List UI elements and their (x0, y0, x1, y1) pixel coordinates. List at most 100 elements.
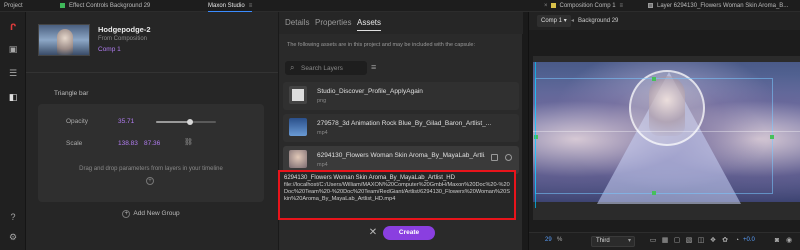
tab-maxon-studio-label: Maxon Studio (208, 3, 245, 9)
search-icon: ⌕ (290, 63, 295, 72)
tab-effect-controls[interactable]: Effect Controls Background 29 (60, 0, 150, 12)
asset-ext: mp4 (317, 162, 328, 168)
transform-handle[interactable] (652, 77, 656, 81)
chain-link-icon[interactable]: ⛓ (184, 138, 193, 146)
asset-ext: png (317, 98, 327, 104)
asset-thumbnail (289, 118, 307, 136)
transparency-icon[interactable]: ▧ (685, 237, 693, 245)
composition-thumbnail (38, 24, 90, 56)
capsule-editor-panel: Hodgepodge-2 From Composition Comp 1 Tri… (26, 12, 278, 250)
drop-hint: Drag and drop parameters from layers in … (79, 166, 223, 172)
comp-color-swatch (550, 2, 556, 8)
icon-rail: Ր ▣ ☰ ◧ ? ⚙ (0, 12, 26, 250)
scale-label: Scale (66, 140, 83, 147)
assets-info-text: The following assets are in this project… (287, 42, 476, 48)
comp-nav-button[interactable]: Comp 1 ▾ (537, 15, 571, 27)
opacity-slider-fill (156, 121, 191, 123)
add-new-group-button[interactable]: + Add New Group (116, 207, 186, 220)
checkbox-icon[interactable] (491, 154, 498, 161)
list-view-icon[interactable]: ≡ (371, 63, 376, 72)
tab-composition[interactable]: × Composition Comp 1 ≡ (544, 0, 623, 12)
composition-image (533, 62, 800, 208)
inspector-tabs: Details Properties Assets (279, 12, 523, 34)
viewer-header: Comp 1 ▾ ◂ Background 29 (529, 12, 800, 30)
channel-icon[interactable]: ❖ (709, 237, 717, 245)
guide-line-vertical[interactable] (535, 62, 536, 208)
zoom-unit[interactable]: % (557, 237, 562, 243)
active-tab-underline (357, 30, 382, 31)
viewer-footer: 29 % Third ▾ ▭ ▦ ▢ ▧ ◫ ❖ ✿ ◔ +0.0 ◙ ◉ (529, 232, 800, 250)
help-icon[interactable]: ? (8, 212, 18, 222)
asset-path-tooltip: 6294130_Flowers Woman Skin Aroma_By_Maya… (278, 170, 516, 220)
breadcrumb[interactable]: ◂ Background 29 (571, 15, 618, 27)
search-box[interactable]: ⌕ (285, 61, 367, 75)
tab-layer[interactable]: Layer 6294130_Flowers Woman Skin Aroma_B… (648, 0, 788, 12)
composition-viewer-panel: Comp 1 ▾ ◂Background 29 29 % Third ▾ ▭ (528, 12, 800, 250)
transform-handle[interactable] (770, 135, 774, 139)
layer-icon (648, 2, 653, 8)
tooltip-path: file://localhost/C:/Users/William/MAXON%… (284, 182, 510, 203)
close-icon[interactable]: × (544, 3, 548, 9)
tooltip-title: 6294130_Flowers Woman Skin Aroma_By_Maya… (284, 175, 455, 181)
opacity-slider[interactable] (156, 119, 216, 125)
camera-icon[interactable]: ◙ (773, 237, 781, 245)
tab-assets[interactable]: Assets (357, 18, 382, 31)
create-button[interactable]: Create (383, 226, 435, 240)
opacity-label: Opacity (66, 118, 89, 125)
sliders-icon[interactable]: ☰ (8, 68, 18, 78)
group-title[interactable]: Triangle bar (54, 90, 88, 97)
asset-item[interactable]: 279578_3d Animation Rock Blue_By_Gilad_B… (283, 114, 519, 142)
snapshot-icon[interactable]: ◉ (785, 237, 793, 245)
asset-name: 6294130_Flowers Woman Skin Aroma_By_Maya… (317, 152, 485, 159)
cancel-icon[interactable]: ✕ (368, 228, 378, 238)
opacity-slider-thumb[interactable] (187, 119, 194, 125)
tab-properties[interactable]: Properties (315, 18, 351, 27)
asset-name: 279578_3d Animation Rock Blue_By_Gilad_B… (317, 120, 492, 127)
composition-name: Hodgepodge-2 (98, 25, 151, 34)
view-icon[interactable]: ◫ (697, 237, 705, 245)
chevron-down-icon: ▾ (563, 18, 567, 24)
opacity-value[interactable]: 35.71 (118, 118, 134, 125)
maxon-logo-icon[interactable]: Ր (8, 22, 18, 32)
plus-icon: + (122, 210, 131, 218)
region-icon[interactable]: ▭ (649, 237, 657, 245)
tab-maxon-studio[interactable]: Maxon Studio ≡ (208, 0, 253, 12)
tab-effect-controls-label: Effect Controls Background 29 (69, 3, 151, 9)
composition-source-label: From Composition (98, 36, 148, 42)
grid-icon[interactable]: ▦ (661, 237, 669, 245)
asset-ext: mp4 (317, 130, 328, 136)
comp-nav-label: Comp 1 (541, 18, 563, 24)
asset-thumbnail (289, 86, 307, 104)
add-parameter-icon[interactable]: + (146, 177, 154, 185)
open-icon[interactable] (505, 154, 512, 161)
scale-y-value[interactable]: 87.36 (144, 140, 160, 147)
composition-canvas-area[interactable] (533, 56, 800, 220)
guide-line-horizontal[interactable] (533, 131, 800, 132)
search-input[interactable] (301, 63, 363, 73)
layer-bounding-box[interactable] (534, 77, 774, 195)
color-icon[interactable]: ✿ (721, 237, 729, 245)
top-tab-bar: Project Effect Controls Background 29 Ma… (0, 0, 800, 12)
mask-icon[interactable]: ▢ (673, 237, 681, 245)
divider (26, 72, 278, 73)
transform-handle[interactable] (652, 191, 656, 195)
tab-details[interactable]: Details (285, 18, 309, 27)
exposure-icon[interactable]: ◔ (733, 237, 741, 245)
scale-x-value[interactable]: 138.83 (118, 140, 138, 147)
asset-name: Studio_Discover_Profile_ApplyAgain (317, 88, 423, 95)
png-preview (292, 89, 304, 101)
layer-color-swatch (60, 2, 65, 8)
capsule-icon[interactable]: ▣ (8, 44, 18, 54)
tab-project[interactable]: Project (4, 0, 23, 12)
asset-item[interactable]: Studio_Discover_Profile_ApplyAgain png (283, 82, 519, 110)
breadcrumb-label: Background 29 (578, 18, 619, 24)
gear-icon[interactable]: ⚙ (8, 232, 18, 242)
composition-source-link[interactable]: Comp 1 (98, 46, 121, 53)
zoom-value[interactable]: 29 (545, 237, 552, 243)
panel-menu-icon[interactable]: ≡ (620, 0, 624, 12)
tab-project-label: Project (4, 3, 23, 9)
library-icon[interactable]: ◧ (8, 92, 18, 102)
resolution-select[interactable]: Third ▾ (591, 236, 635, 247)
breadcrumb-arrow-icon: ◂ (571, 18, 575, 24)
exposure-value[interactable]: +0.0 (743, 237, 755, 243)
